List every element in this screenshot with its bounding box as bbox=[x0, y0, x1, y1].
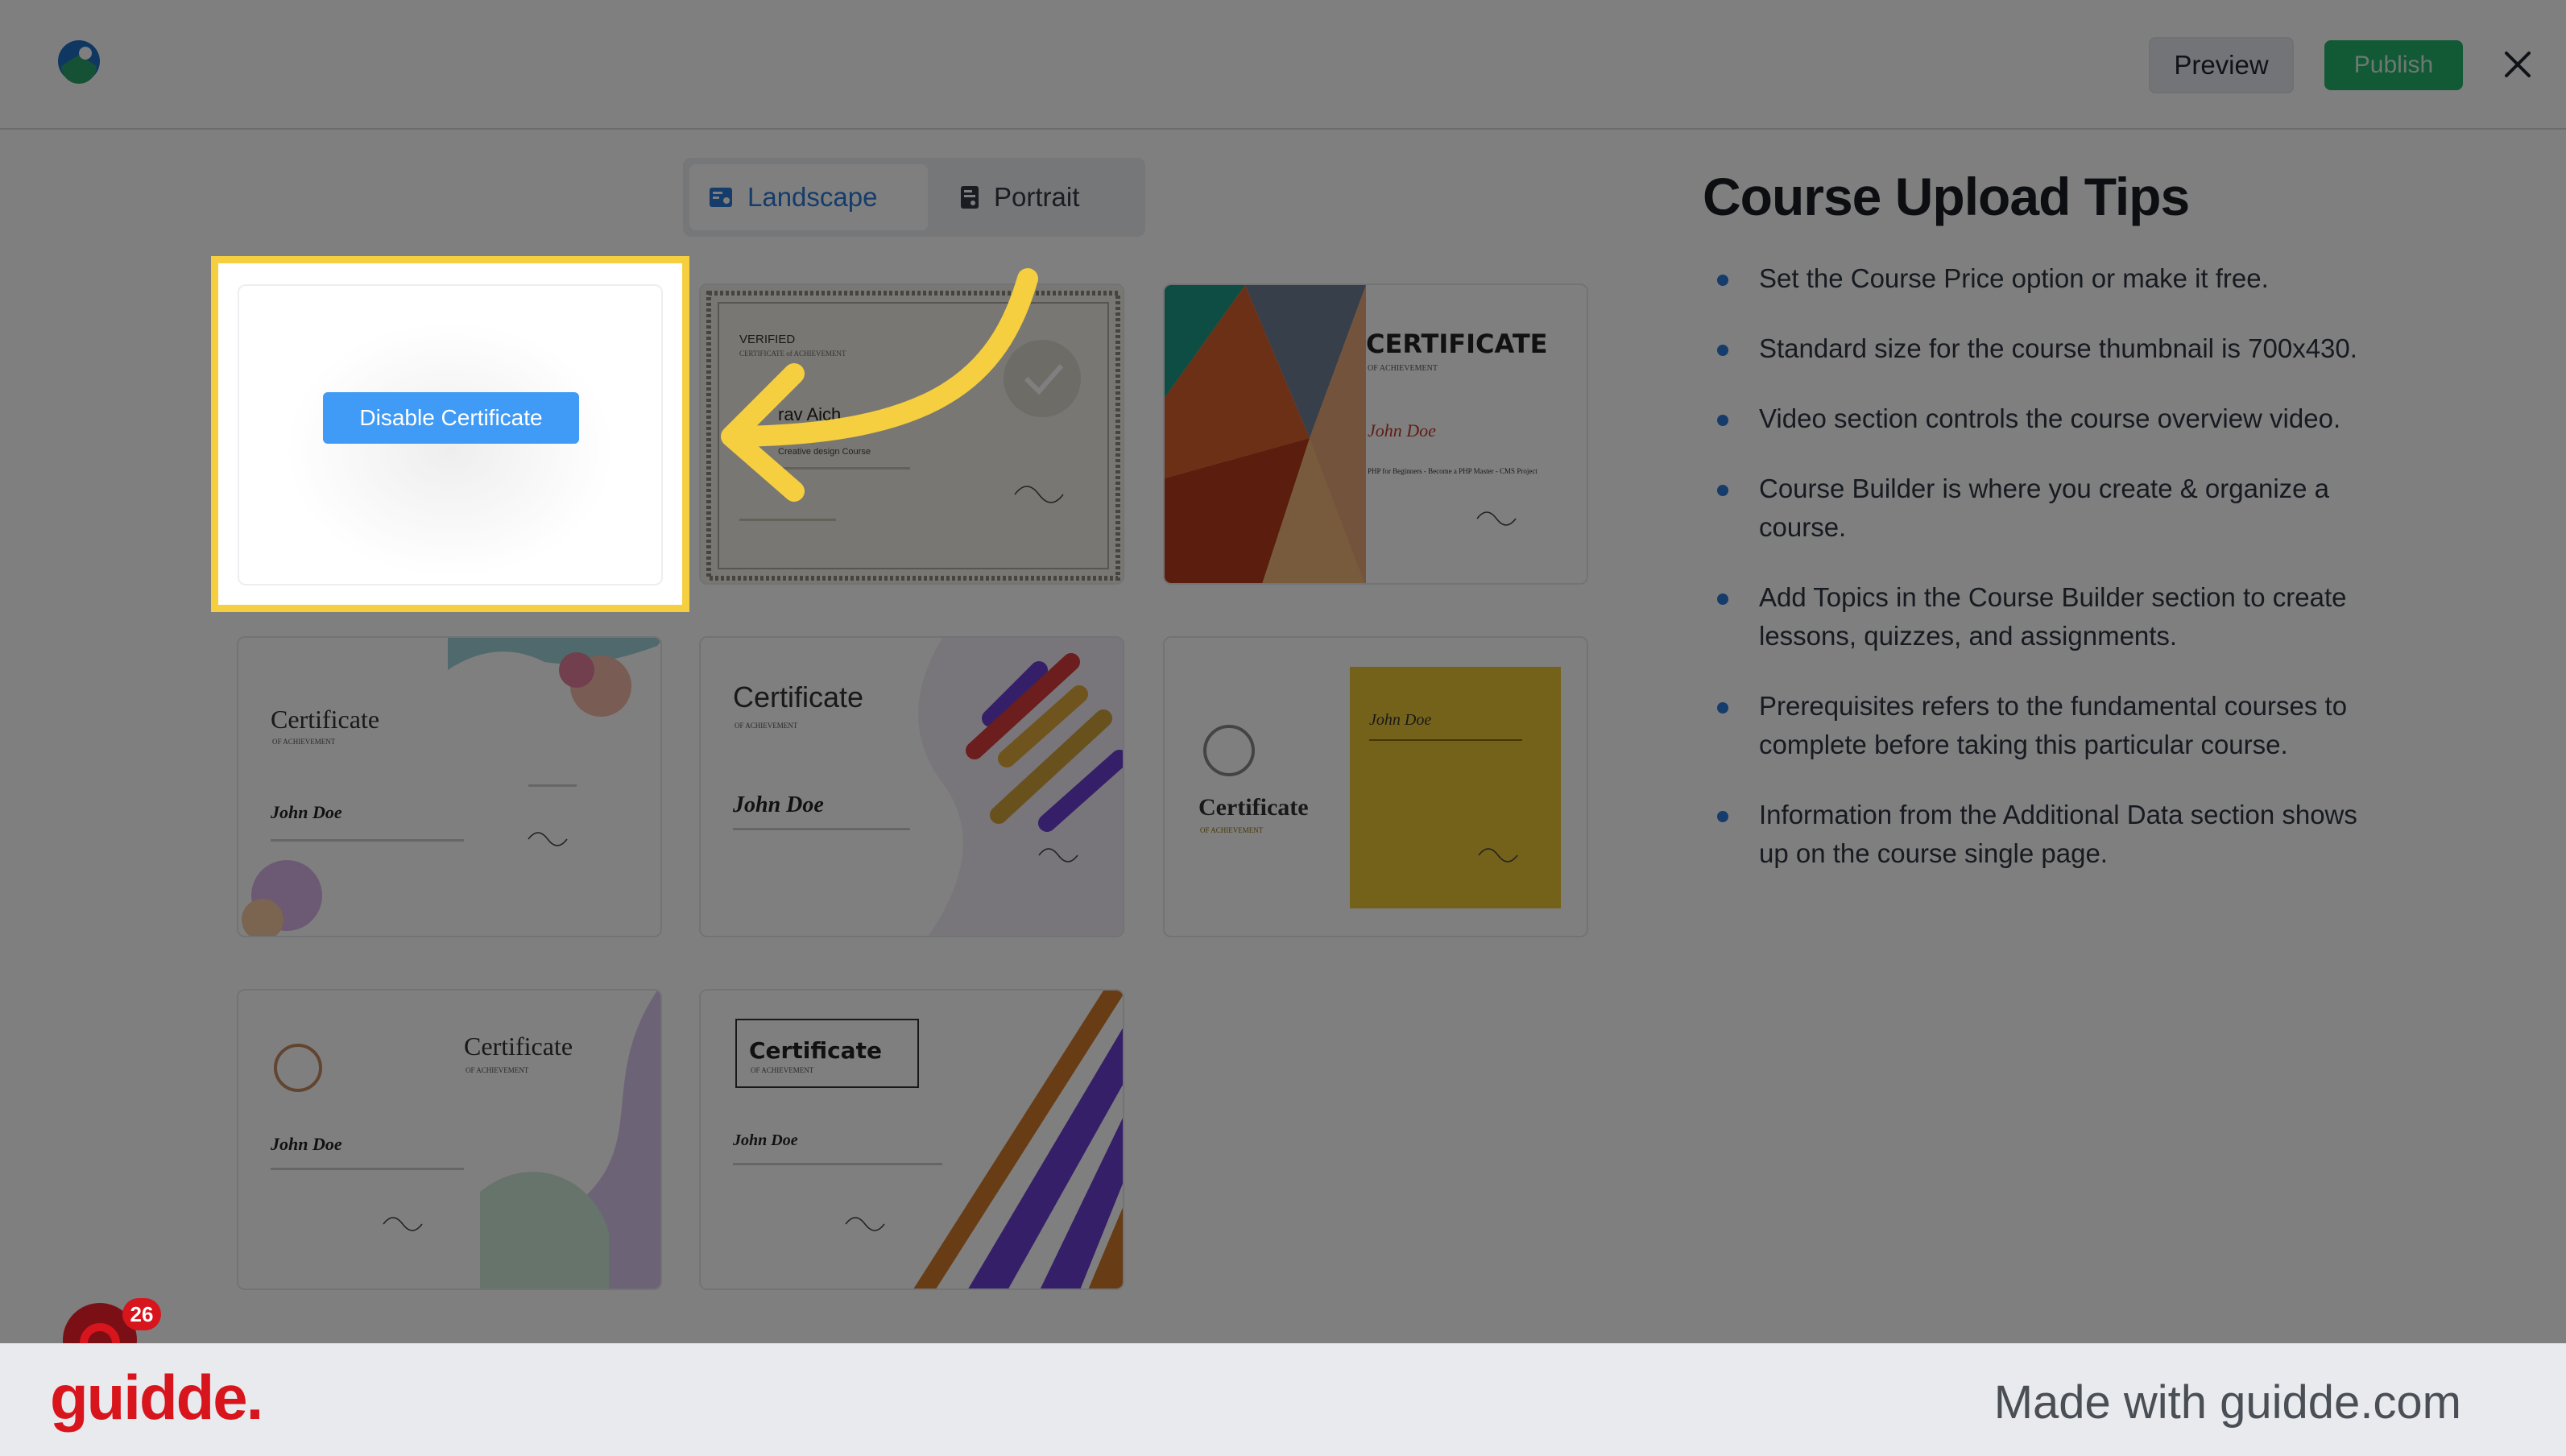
t4-name: John Doe bbox=[270, 802, 342, 822]
t4-title: Certificate bbox=[271, 705, 379, 734]
certificate-template-stripes[interactable]: Certificate OF ACHIEVEMENT John Doe bbox=[699, 636, 1124, 937]
tips-list: Set the Course Price option or make it f… bbox=[1703, 259, 2363, 904]
top-bar: Preview Publish bbox=[0, 0, 2566, 130]
bullet-icon bbox=[1717, 345, 1728, 356]
t8-sub: OF ACHIEVEMENT bbox=[751, 1066, 814, 1074]
tip-text: Prerequisites refers to the fundamental … bbox=[1759, 691, 2348, 759]
tip-text: Course Builder is where you create & org… bbox=[1759, 474, 2330, 542]
bullet-icon bbox=[1717, 702, 1728, 714]
t2-course: Creative design Course bbox=[778, 447, 871, 457]
close-icon bbox=[2505, 52, 2531, 77]
tip-text: Set the Course Price option or make it f… bbox=[1759, 263, 2269, 293]
t3-sub: OF ACHIEVEMENT bbox=[1368, 364, 1438, 373]
close-button[interactable] bbox=[2495, 42, 2540, 87]
bullet-icon bbox=[1717, 811, 1728, 822]
t6-name: John Doe bbox=[1369, 711, 1431, 729]
t6-title: Certificate bbox=[1198, 794, 1309, 821]
tip-item: Set the Course Price option or make it f… bbox=[1703, 259, 2363, 298]
t3-course: PHP for Beginners - Become a PHP Master … bbox=[1368, 467, 1538, 475]
tab-portrait-label: Portrait bbox=[994, 182, 1080, 212]
guidde-footer: guidde. Made with guidde.com bbox=[0, 1343, 2566, 1456]
t5-title: Certificate bbox=[733, 680, 863, 714]
orientation-toggle: Landscape Portrait bbox=[683, 158, 1145, 237]
app-root: Preview Publish Landscape Portrait Disab… bbox=[0, 0, 2566, 1456]
t8-title: Certificate bbox=[749, 1037, 882, 1064]
highlight-frame: Disable Certificate bbox=[211, 256, 689, 612]
bullet-icon bbox=[1717, 275, 1728, 286]
tip-text: Standard size for the course thumbnail i… bbox=[1759, 333, 2357, 363]
portrait-icon bbox=[961, 186, 979, 209]
tip-item: Prerequisites refers to the fundamental … bbox=[1703, 687, 2363, 764]
t3-title: CERTIFICATE bbox=[1366, 329, 1548, 359]
disable-certificate-button[interactable]: Disable Certificate bbox=[323, 392, 579, 444]
t7-title: Certificate bbox=[464, 1032, 573, 1061]
certificate-template-award[interactable]: Certificate OF ACHIEVEMENT John Doe bbox=[1163, 636, 1588, 937]
made-with-text: Made with guidde.com bbox=[1993, 1376, 2461, 1429]
t5-sub: OF ACHIEVEMENT bbox=[735, 722, 798, 730]
bullet-icon bbox=[1717, 594, 1728, 605]
t3-name: John Doe bbox=[1368, 420, 1436, 441]
certificate-template-diagonal[interactable]: Certificate OF ACHIEVEMENT John Doe bbox=[699, 989, 1124, 1290]
publish-button[interactable]: Publish bbox=[2324, 40, 2463, 90]
t8-name: John Doe bbox=[732, 1131, 798, 1149]
certificate-template-geometric[interactable]: CERTIFICATE OF ACHIEVEMENT John Doe PHP … bbox=[1163, 283, 1588, 585]
tab-portrait[interactable]: Portrait bbox=[941, 164, 1134, 230]
bullet-icon bbox=[1717, 485, 1728, 496]
t2-sub: CERTIFICATE of ACHIEVEMENT bbox=[739, 350, 846, 358]
tip-item: Information from the Additional Data sec… bbox=[1703, 796, 2363, 873]
notification-badge: 26 bbox=[122, 1298, 161, 1330]
t6-sub: OF ACHIEVEMENT bbox=[1200, 826, 1264, 834]
t7-sub: OF ACHIEVEMENT bbox=[466, 1066, 529, 1074]
t2-name: rav Aich bbox=[778, 404, 841, 424]
t2-verified: VERIFIED bbox=[739, 333, 795, 346]
landscape-icon bbox=[710, 188, 732, 207]
certificate-template-verified[interactable]: VERIFIED CERTIFICATE of ACHIEVEMENT rav … bbox=[699, 283, 1124, 585]
tip-item: Add Topics in the Course Builder section… bbox=[1703, 578, 2363, 656]
preview-button[interactable]: Preview bbox=[2149, 37, 2294, 93]
tip-item: Video section controls the course overvi… bbox=[1703, 399, 2363, 438]
tip-item: Standard size for the course thumbnail i… bbox=[1703, 329, 2363, 368]
guidde-logo[interactable]: guidde. bbox=[50, 1361, 263, 1434]
bullet-icon bbox=[1717, 415, 1728, 426]
certificate-template-ribbon[interactable]: Certificate OF ACHIEVEMENT John Doe bbox=[237, 989, 662, 1290]
app-logo-icon[interactable] bbox=[56, 39, 101, 84]
tip-item: Course Builder is where you create & org… bbox=[1703, 469, 2363, 547]
tips-title: Course Upload Tips bbox=[1703, 167, 2190, 226]
t5-name: John Doe bbox=[732, 792, 824, 817]
tip-text: Add Topics in the Course Builder section… bbox=[1759, 582, 2347, 651]
certificate-template-floral[interactable]: Certificate OF ACHIEVEMENT John Doe bbox=[237, 636, 662, 937]
tip-text: Information from the Additional Data sec… bbox=[1759, 800, 2357, 868]
t4-sub: OF ACHIEVEMENT bbox=[272, 738, 336, 746]
tab-landscape[interactable]: Landscape bbox=[689, 164, 928, 230]
tab-landscape-label: Landscape bbox=[747, 182, 878, 212]
t7-name: John Doe bbox=[270, 1134, 342, 1154]
tip-text: Video section controls the course overvi… bbox=[1759, 403, 2341, 433]
